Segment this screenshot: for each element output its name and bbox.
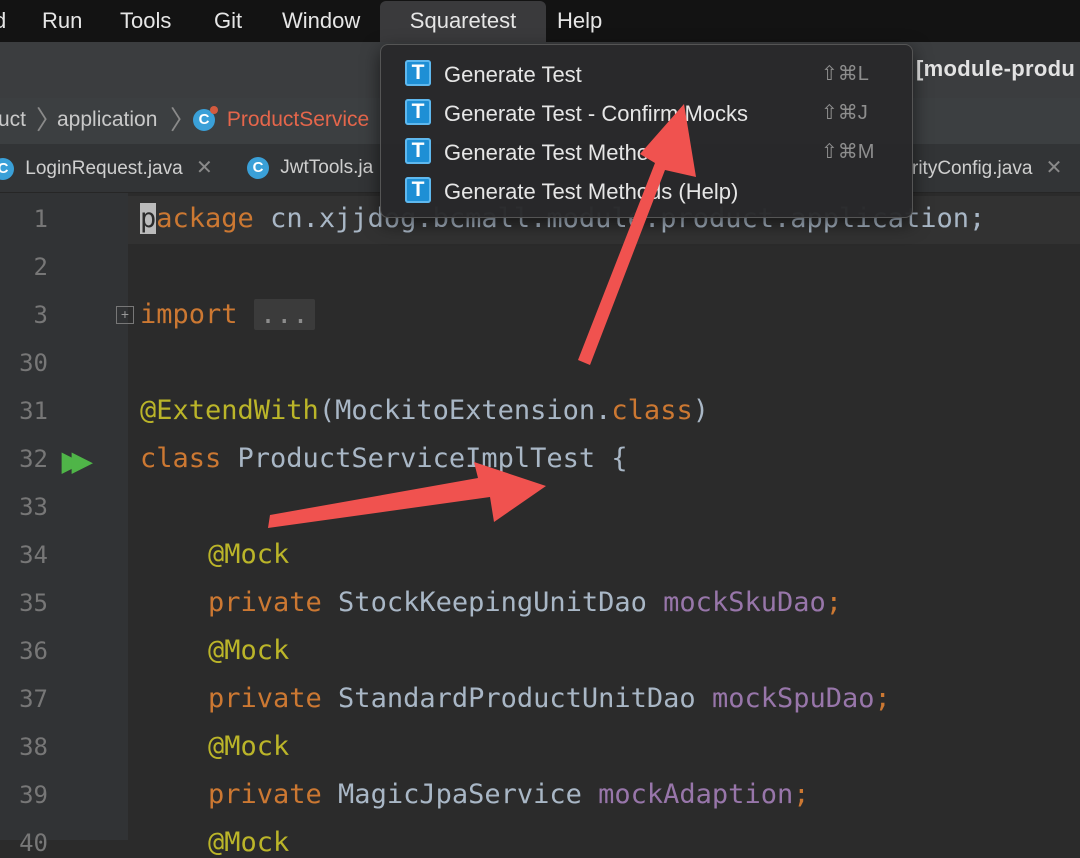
class-icon: C	[0, 157, 14, 180]
close-icon[interactable]: ✕	[1046, 157, 1063, 179]
window-title: [module-produ	[916, 56, 1076, 81]
shortcut-label: ⇧⌘M	[821, 141, 875, 163]
menu-item-label: Generate Test	[444, 62, 582, 87]
code-line-field: private MagicJpaService mockAdaption;	[208, 779, 810, 810]
line-number: 32	[19, 445, 48, 473]
code-line-mock: @Mock	[208, 731, 290, 762]
breadcrumb-item-module[interactable]: uct	[0, 98, 26, 142]
code-line-field: private StandardProductUnitDao mockSpuDa…	[208, 683, 891, 714]
menu-item-partial[interactable]: d	[0, 0, 6, 42]
code-line-extendwith: @ExtendWith(MockitoExtension.class)	[140, 395, 709, 426]
tab-label: LoginRequest.java	[25, 158, 183, 179]
line-number: 39	[19, 781, 48, 809]
menu-item-generate-test-methods-help[interactable]: T Generate Test Methods (Help)	[381, 172, 912, 211]
menu-item-label: Generate Test Methods	[444, 140, 673, 165]
caret-char: p	[140, 203, 157, 234]
squaretest-icon: T	[405, 138, 431, 164]
menu-item-git[interactable]: Git	[214, 0, 242, 42]
line-number: 34	[19, 541, 48, 569]
menu-item-label: Generate Test Methods (Help)	[444, 179, 739, 204]
class-icon: C	[193, 106, 218, 132]
line-number: 33	[19, 493, 48, 521]
folded-imports[interactable]: ...	[253, 299, 315, 330]
menu-item-squaretest[interactable]: Squaretest	[380, 1, 546, 42]
menu-item-generate-test[interactable]: T Generate Test ⇧⌘L	[381, 55, 912, 94]
squaretest-icon: T	[405, 177, 431, 203]
breadcrumb-item-application[interactable]: application	[57, 98, 157, 142]
code-line-import: import ...	[140, 299, 315, 330]
tab-label: JwtTools.ja	[280, 157, 374, 178]
code-line-mock: @Mock	[208, 827, 290, 858]
shortcut-label: ⇧⌘L	[821, 63, 869, 85]
menu-item-generate-test-confirm-mocks[interactable]: T Generate Test - Confirm Mocks ⇧⌘J	[381, 94, 912, 133]
line-number: 2	[33, 253, 48, 281]
menu-item-window[interactable]: Window	[282, 0, 360, 42]
tab-security-config[interactable]: rityConfig.java ✕	[912, 144, 1062, 192]
menu-item-tools[interactable]: Tools	[120, 0, 171, 42]
class-icon: C	[247, 156, 269, 179]
expand-fold-icon[interactable]: +	[116, 306, 134, 324]
menu-item-run[interactable]: Run	[42, 0, 82, 42]
shortcut-label: ⇧⌘J	[821, 102, 868, 124]
line-number: 36	[19, 637, 48, 665]
squaretest-icon: T	[405, 99, 431, 125]
menu-item-label: Generate Test - Confirm Mocks	[444, 101, 749, 126]
menu-item-help[interactable]: Help	[557, 0, 602, 42]
squaretest-icon: T	[405, 60, 431, 86]
tab-login-request[interactable]: C LoginRequest.java ✕	[0, 144, 213, 192]
code-line-mock: @Mock	[208, 539, 290, 570]
tab-label: rityConfig.java	[912, 158, 1033, 179]
breadcrumb-class-label: ProductService	[226, 108, 370, 131]
squaretest-menu: T Generate Test ⇧⌘L T Generate Test - Co…	[380, 44, 913, 218]
line-number: 30	[19, 349, 48, 377]
code-line-mock: @Mock	[208, 635, 290, 666]
line-number: 38	[19, 733, 48, 761]
line-number: 35	[19, 589, 48, 617]
menu-bar: d Run Tools Git Window Squaretest Help	[0, 0, 1080, 42]
code-line-field: private StockKeepingUnitDao mockSkuDao;	[208, 587, 842, 618]
run-double-arrow-icon[interactable]: ▶▶	[62, 446, 92, 477]
breadcrumb-item-class[interactable]: C ProductService	[193, 98, 369, 142]
line-number: 40	[19, 829, 48, 857]
test-badge-icon	[210, 106, 218, 115]
line-number: 37	[19, 685, 48, 713]
line-number: 31	[19, 397, 48, 425]
tab-jwt-tools[interactable]: C JwtTools.ja	[247, 144, 373, 192]
menu-item-generate-test-methods[interactable]: T Generate Test Methods ⇧⌘M	[381, 133, 912, 172]
line-number: 3	[33, 301, 48, 329]
line-number: 1	[33, 205, 48, 233]
close-icon[interactable]: ✕	[196, 157, 213, 179]
code-line-class-decl: class ProductServiceImplTest {	[140, 443, 628, 474]
